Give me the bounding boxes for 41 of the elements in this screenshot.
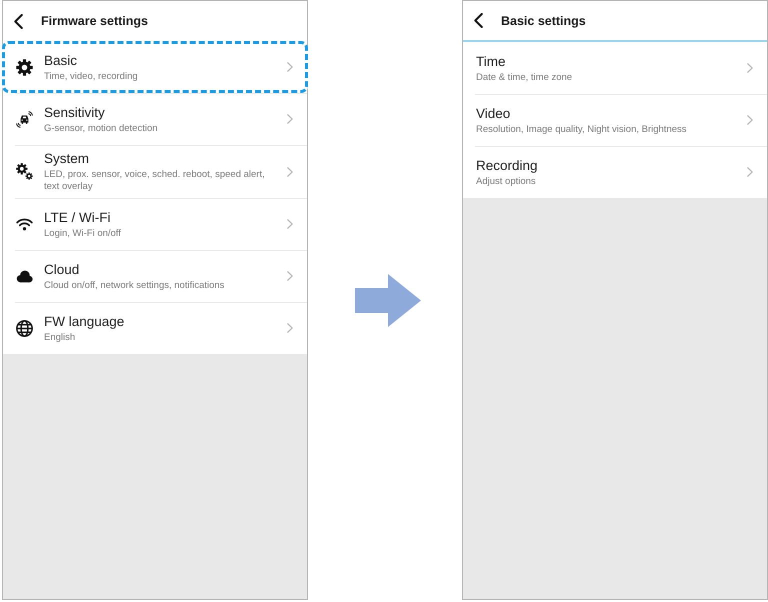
chevron-right-icon <box>287 219 293 229</box>
item-title: FW language <box>44 312 126 330</box>
globe-icon <box>16 320 33 336</box>
item-description: Resolution, Image quality, Night vision, Brightness <box>476 124 688 136</box>
item-title: Basic <box>44 52 78 68</box>
screen-title: Basic settings <box>501 14 586 28</box>
item-title: Cloud <box>44 260 80 278</box>
right-arrow <box>355 274 421 326</box>
item-title: Time <box>476 52 506 70</box>
chevron-right-icon <box>287 271 293 281</box>
cloud-icon <box>16 268 33 284</box>
item-description: Date & time, time zone <box>476 72 574 84</box>
chevron-right-icon <box>287 166 293 176</box>
item-title: Video <box>476 104 512 122</box>
back-icon <box>14 14 22 28</box>
gear-icon <box>16 58 33 76</box>
chevron-right-icon <box>747 167 753 177</box>
chevron-right-icon <box>747 115 753 125</box>
chevron-right-icon <box>287 114 293 124</box>
item-description: Login, Wi-Fi on/off <box>44 228 122 240</box>
screen-title: Firmware settings <box>41 14 148 28</box>
item-title: Recording <box>476 156 539 174</box>
back-button[interactable] <box>12 12 24 30</box>
car-waves-icon <box>16 110 33 128</box>
item-title: LTE / Wi-Fi <box>44 208 112 226</box>
item-description: LED, prox. sensor, voice, sched. reboot, speed alert, text overlay <box>44 169 266 193</box>
chevron-right-icon <box>747 63 753 73</box>
menu-item[interactable]: Basic Time, video, recording <box>2 41 308 93</box>
item-description: Adjust options <box>476 176 537 188</box>
item-title: System <box>44 150 90 167</box>
wifi-icon <box>16 216 33 232</box>
item-title: Sensitivity <box>44 104 106 120</box>
item-description: Time, video, recording <box>44 70 139 82</box>
back-icon <box>474 13 482 28</box>
chevron-right-icon <box>287 62 293 72</box>
item-description: G-sensor, motion detection <box>44 122 159 134</box>
back-button[interactable] <box>472 12 484 30</box>
item-description: Cloud on/off, network settings, notifications <box>44 280 226 292</box>
item-description: English <box>44 332 76 344</box>
chevron-right-icon <box>287 323 293 333</box>
gears-icon <box>16 163 33 180</box>
